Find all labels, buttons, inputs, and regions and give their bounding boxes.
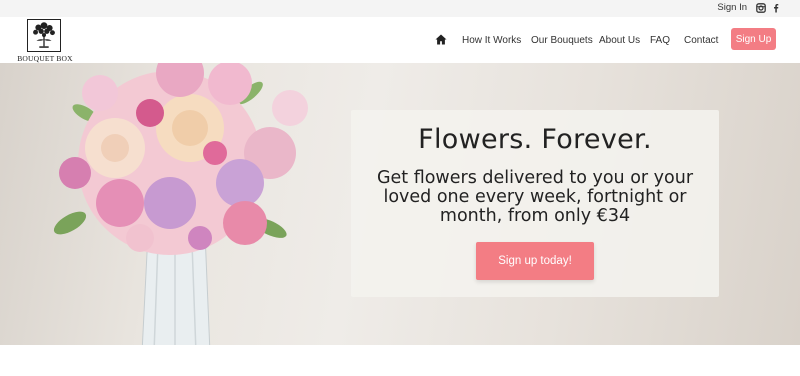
nav-contact[interactable]: Contact [684,35,718,46]
main-nav: How It Works Our Bouquets About Us FAQ C… [0,17,800,63]
hero-section: Flowers. Forever. Get flowers delivered … [0,63,800,345]
sign-up-button[interactable]: Sign Up [731,28,776,50]
site-header: BOUQUET BOX How It Works Our Bouquets Ab… [0,17,800,63]
hero-title: Flowers. Forever. [418,124,652,155]
hero-card: Flowers. Forever. Get flowers delivered … [351,110,719,297]
facebook-icon[interactable] [771,3,781,13]
sign-in-link[interactable]: Sign In [717,2,747,13]
nav-faq[interactable]: FAQ [650,35,670,46]
top-utility-bar: Sign In [0,0,800,17]
instagram-icon[interactable] [756,3,766,13]
bouquet-image [53,63,308,345]
sign-up-today-button[interactable]: Sign up today! [476,242,594,280]
nav-our-bouquets[interactable]: Our Bouquets [531,35,593,46]
nav-about-us[interactable]: About Us [599,35,640,46]
home-icon[interactable] [435,34,447,45]
hero-subtitle: Get flowers delivered to you or your lov… [376,168,694,226]
nav-how-it-works[interactable]: How It Works [462,35,521,46]
